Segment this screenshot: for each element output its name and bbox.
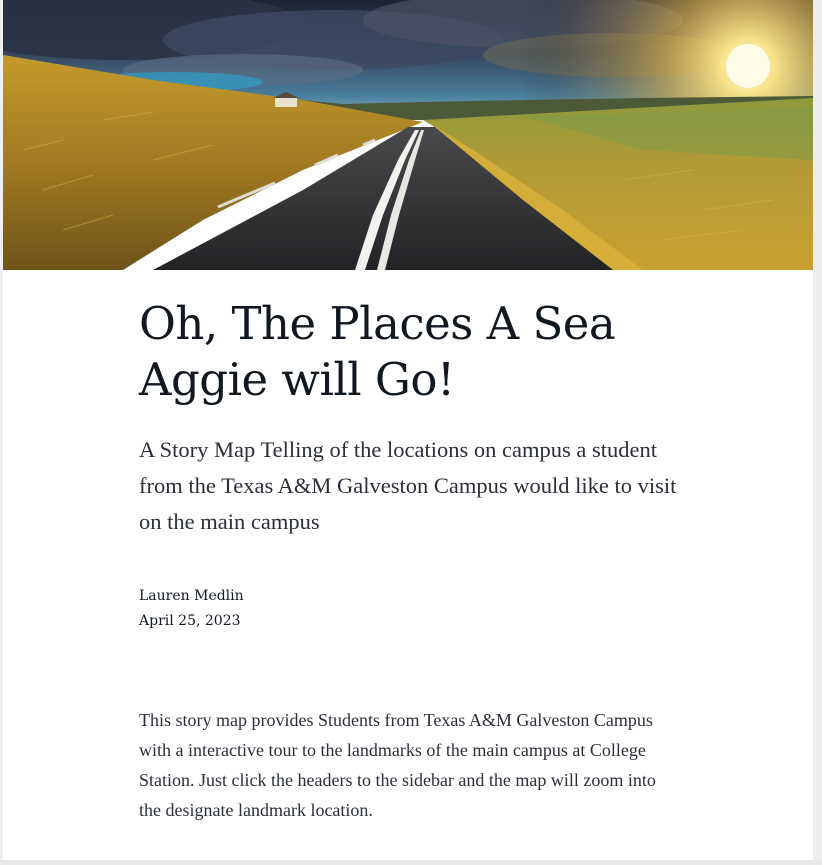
landscape-road-photo [3,0,813,270]
author-name: Lauren Medlin [139,588,244,604]
intro-paragraph: This story map provides Students from Te… [139,710,656,820]
scrollbar-track[interactable] [813,0,822,865]
story-title: Oh, The Places A Sea Aggie will Go! [139,297,616,406]
publish-date: April 25, 2023 [139,613,241,629]
story-page: Oh, The Places A Sea Aggie will Go! A St… [3,0,813,860]
byline: Lauren Medlin April 25, 2023 [139,584,539,634]
story-subtitle: A Story Map Telling of the locations on … [139,437,677,534]
hero-image [3,0,813,270]
page-bottom-edge [0,860,822,865]
